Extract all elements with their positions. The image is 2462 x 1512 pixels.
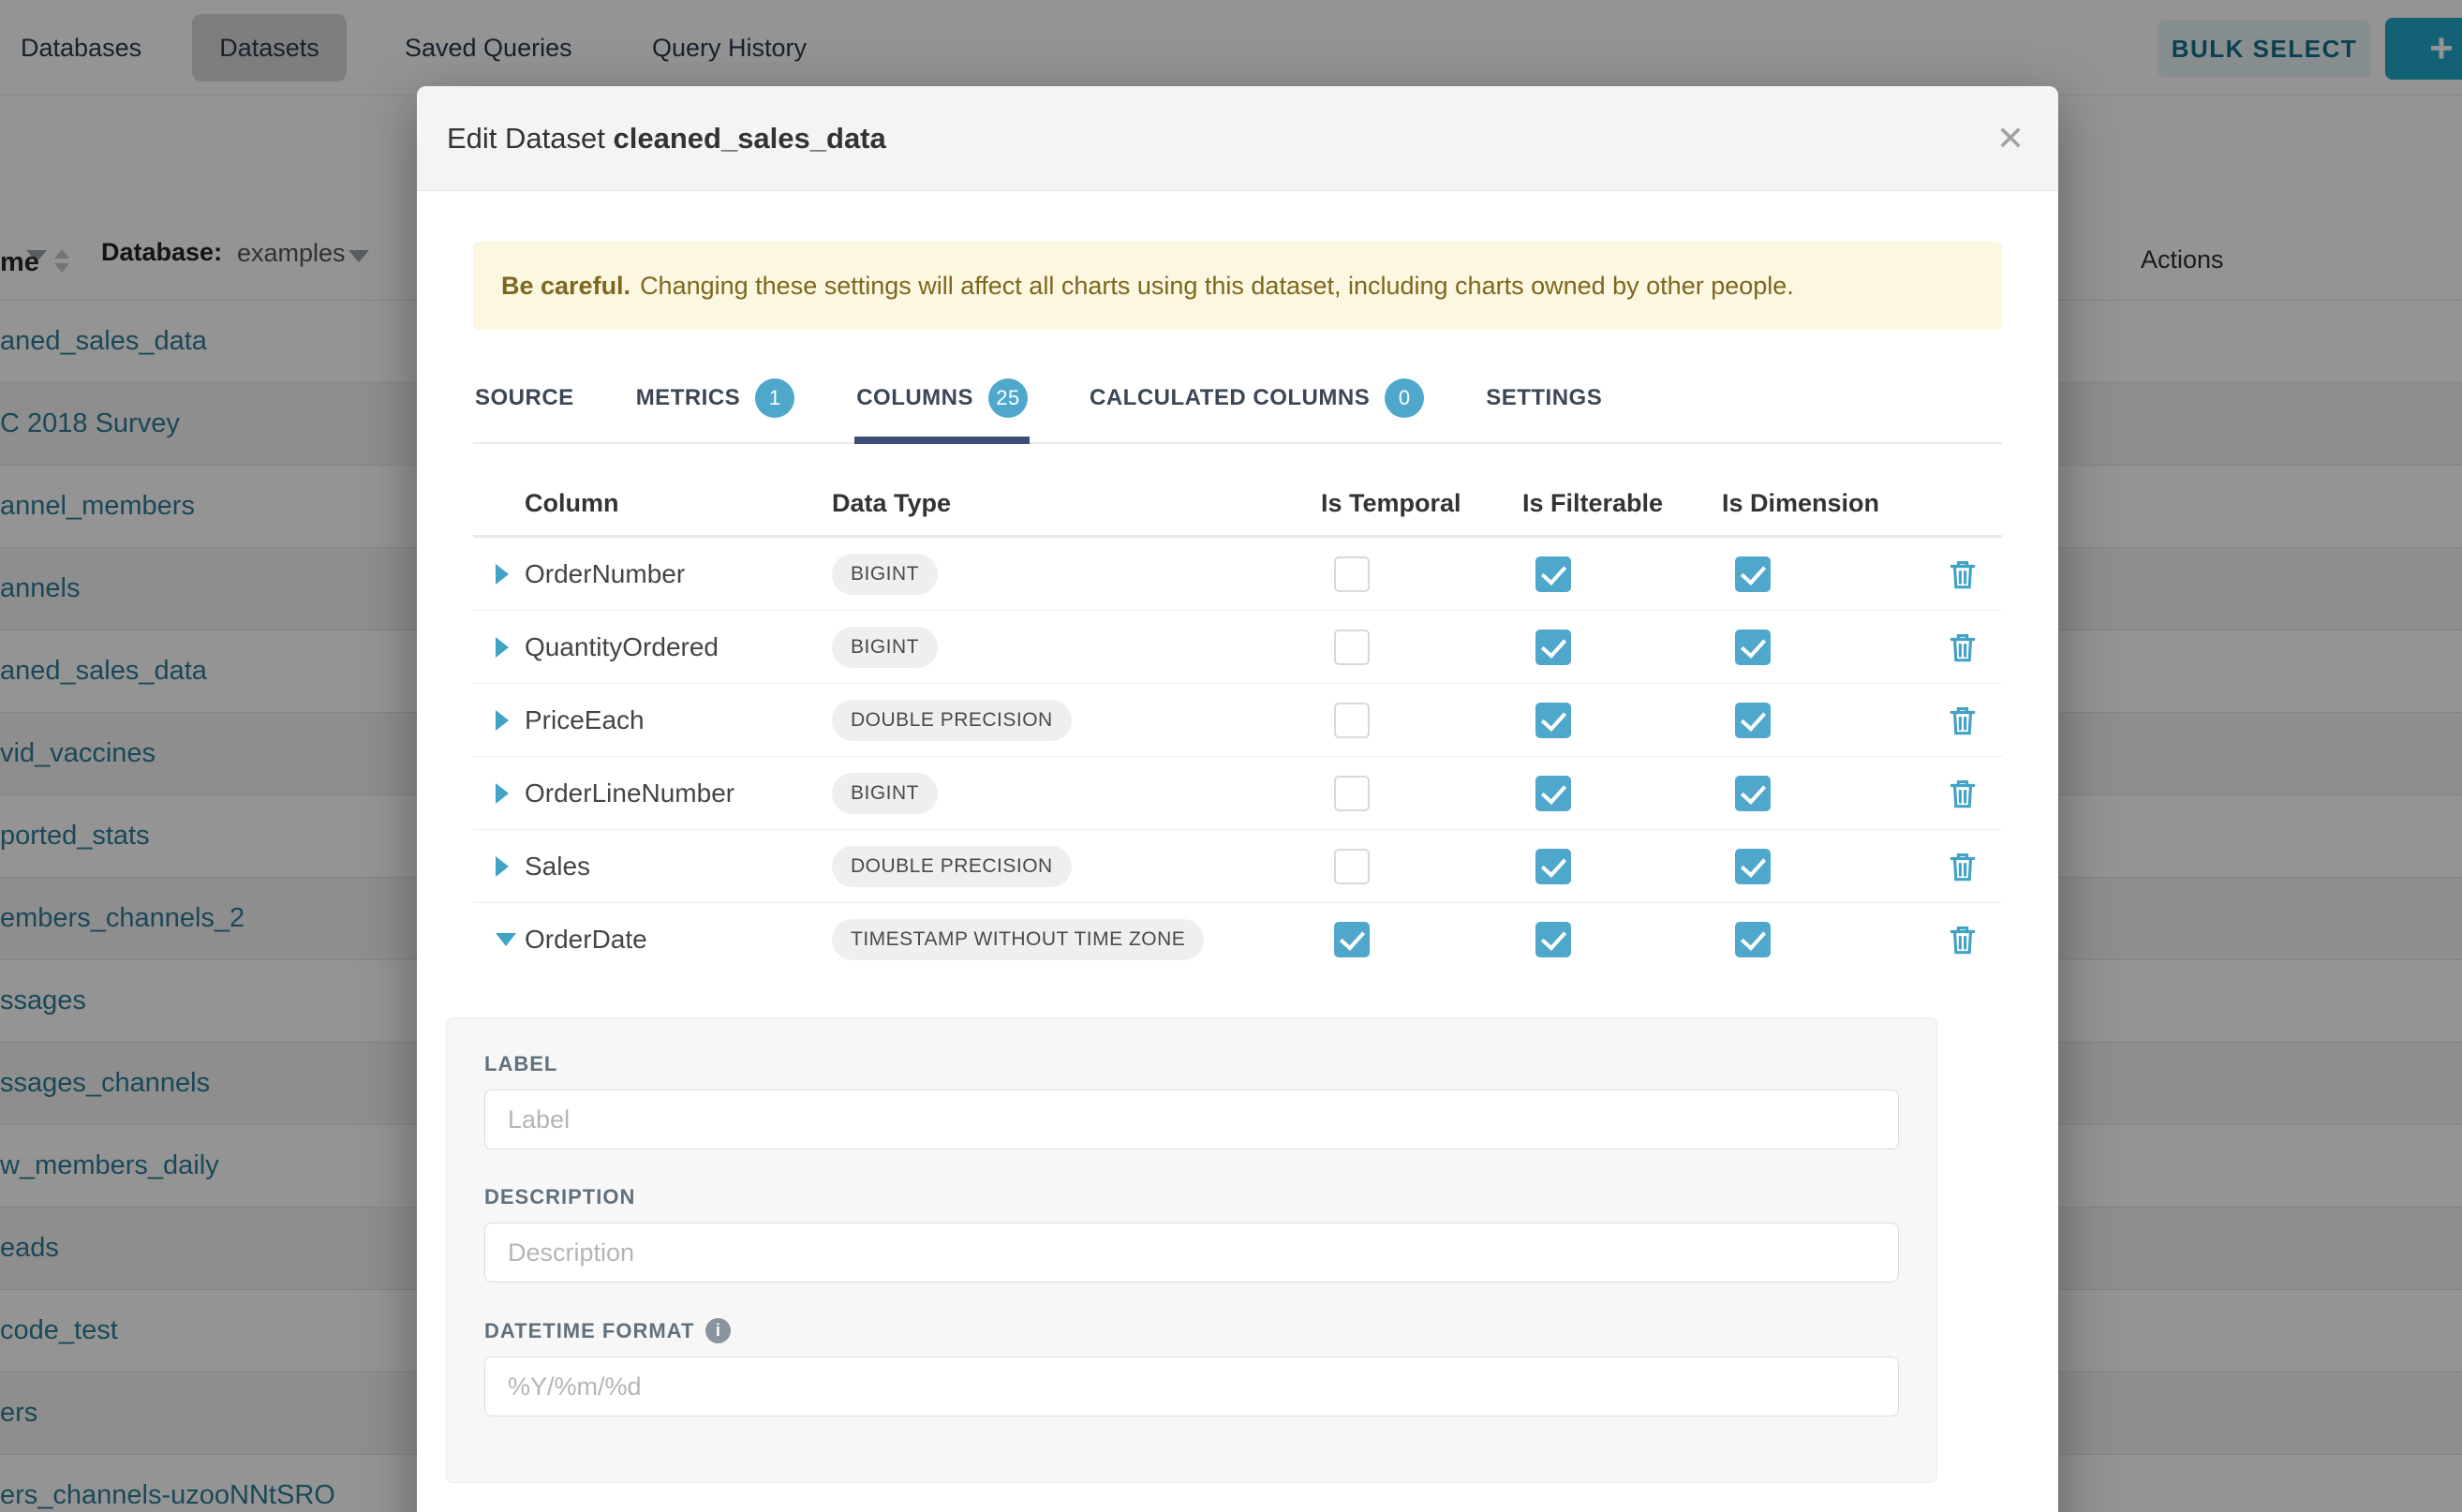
tab-label: METRICS — [636, 385, 741, 411]
is-dimension-checkbox[interactable] — [1735, 703, 1771, 738]
datetime-format-field-group: DATETIME FORMAT i — [484, 1318, 1899, 1416]
is-dimension-checkbox[interactable] — [1735, 556, 1771, 592]
delete-column-icon[interactable] — [1948, 558, 1978, 590]
tab-settings[interactable]: SETTINGS — [1484, 369, 1604, 444]
header-column: Column — [525, 489, 832, 518]
calculated-columns-count-badge: 0 — [1385, 378, 1424, 418]
expand-caret-icon[interactable] — [496, 783, 509, 804]
is-filterable-checkbox[interactable] — [1535, 556, 1571, 592]
label-text: LABEL — [484, 1052, 557, 1076]
metrics-count-badge: 1 — [755, 378, 794, 418]
data-type-pill: TIMESTAMP WITHOUT TIME ZONE — [832, 919, 1204, 960]
label-text: DESCRIPTION — [484, 1185, 635, 1209]
is-filterable-checkbox[interactable] — [1535, 922, 1571, 957]
description-input[interactable] — [484, 1223, 1899, 1282]
description-field-label: DESCRIPTION — [484, 1185, 1899, 1209]
tab-columns[interactable]: COLUMNS 25 — [854, 369, 1030, 444]
datetime-format-input[interactable] — [484, 1356, 1899, 1416]
column-name: Sales — [525, 852, 832, 882]
datetime-format-field-label: DATETIME FORMAT i — [484, 1318, 1899, 1343]
column-row: OrderLineNumber BIGINT — [473, 757, 2002, 830]
modal-title-dataset-name: cleaned_sales_data — [614, 122, 886, 155]
columns-table-header: Column Data Type Is Temporal Is Filterab… — [473, 472, 2002, 538]
label-field-label: LABEL — [484, 1052, 1899, 1076]
column-row: Sales DOUBLE PRECISION — [473, 830, 2002, 903]
is-filterable-checkbox[interactable] — [1535, 776, 1571, 811]
edit-dataset-modal: Edit Dataset cleaned_sales_data ✕ Be car… — [417, 86, 2058, 1512]
expand-caret-icon[interactable] — [496, 856, 509, 877]
is-temporal-checkbox[interactable] — [1334, 849, 1370, 884]
is-dimension-checkbox[interactable] — [1735, 922, 1771, 957]
expand-caret-icon[interactable] — [496, 710, 509, 731]
header-data-type: Data Type — [832, 489, 1321, 518]
is-temporal-checkbox[interactable] — [1334, 703, 1370, 738]
is-filterable-checkbox[interactable] — [1535, 703, 1571, 738]
column-name: OrderLineNumber — [525, 778, 832, 808]
column-detail-panel: LABEL DESCRIPTION DATETIME FORMAT i — [446, 1017, 1937, 1483]
data-type-pill: DOUBLE PRECISION — [832, 700, 1072, 741]
data-type-pill: BIGINT — [832, 554, 938, 595]
is-dimension-checkbox[interactable] — [1735, 776, 1771, 811]
expand-caret-icon[interactable] — [496, 637, 509, 658]
tab-label: COLUMNS — [856, 385, 973, 411]
close-icon[interactable]: ✕ — [1996, 122, 2024, 156]
modal-header: Edit Dataset cleaned_sales_data ✕ — [417, 86, 2058, 191]
expand-caret-icon[interactable] — [496, 933, 516, 946]
expand-caret-icon[interactable] — [496, 564, 509, 585]
is-filterable-checkbox[interactable] — [1535, 849, 1571, 884]
column-name: PriceEach — [525, 705, 832, 735]
label-input[interactable] — [484, 1090, 1899, 1149]
tab-metrics[interactable]: METRICS 1 — [634, 369, 797, 444]
is-filterable-checkbox[interactable] — [1535, 630, 1571, 665]
modal-body: Be careful. Changing these settings will… — [417, 242, 2058, 1483]
delete-column-icon[interactable] — [1948, 631, 1978, 663]
delete-column-icon[interactable] — [1948, 704, 1978, 736]
column-name: QuantityOrdered — [525, 632, 832, 662]
header-is-temporal: Is Temporal — [1321, 489, 1522, 518]
tab-label: SOURCE — [475, 385, 574, 411]
label-text: DATETIME FORMAT — [484, 1319, 694, 1343]
column-row: OrderNumber BIGINT — [473, 538, 2002, 611]
tab-label: SETTINGS — [1486, 385, 1602, 411]
header-is-dimension: Is Dimension — [1722, 489, 1922, 518]
data-type-pill: BIGINT — [832, 627, 938, 668]
column-row: QuantityOrdered BIGINT — [473, 611, 2002, 684]
delete-column-icon[interactable] — [1948, 924, 1978, 956]
modal-title-prefix: Edit Dataset — [447, 122, 605, 155]
column-row: PriceEach DOUBLE PRECISION — [473, 684, 2002, 757]
data-type-pill: DOUBLE PRECISION — [832, 846, 1072, 887]
is-dimension-checkbox[interactable] — [1735, 849, 1771, 884]
info-icon[interactable]: i — [705, 1318, 731, 1343]
is-temporal-checkbox[interactable] — [1334, 922, 1370, 957]
description-field-group: DESCRIPTION — [484, 1185, 1899, 1282]
column-name: OrderNumber — [525, 559, 832, 589]
is-temporal-checkbox[interactable] — [1334, 776, 1370, 811]
column-name: OrderDate — [525, 925, 832, 955]
column-row: OrderDate TIMESTAMP WITHOUT TIME ZONE — [473, 903, 2002, 976]
warning-bold-text: Be careful. — [501, 272, 630, 301]
is-temporal-checkbox[interactable] — [1334, 556, 1370, 592]
delete-column-icon[interactable] — [1948, 851, 1978, 882]
warning-text: Changing these settings will affect all … — [640, 272, 1794, 301]
header-is-filterable: Is Filterable — [1522, 489, 1722, 518]
tab-calculated-columns[interactable]: CALCULATED COLUMNS 0 — [1088, 369, 1426, 444]
label-field-group: LABEL — [484, 1052, 1899, 1149]
columns-count-badge: 25 — [988, 378, 1028, 418]
is-temporal-checkbox[interactable] — [1334, 630, 1370, 665]
is-dimension-checkbox[interactable] — [1735, 630, 1771, 665]
tab-label: CALCULATED COLUMNS — [1090, 385, 1370, 411]
delete-column-icon[interactable] — [1948, 778, 1978, 809]
warning-banner: Be careful. Changing these settings will… — [473, 242, 2002, 330]
columns-table-body: OrderNumber BIGINT QuantityOrdered BIGIN… — [473, 538, 2002, 976]
data-type-pill: BIGINT — [832, 773, 938, 814]
tab-source[interactable]: SOURCE — [473, 369, 576, 444]
modal-tabs: SOURCE METRICS 1 COLUMNS 25 CALCULATED C… — [473, 369, 2002, 444]
modal-title: Edit Dataset cleaned_sales_data — [447, 122, 886, 156]
